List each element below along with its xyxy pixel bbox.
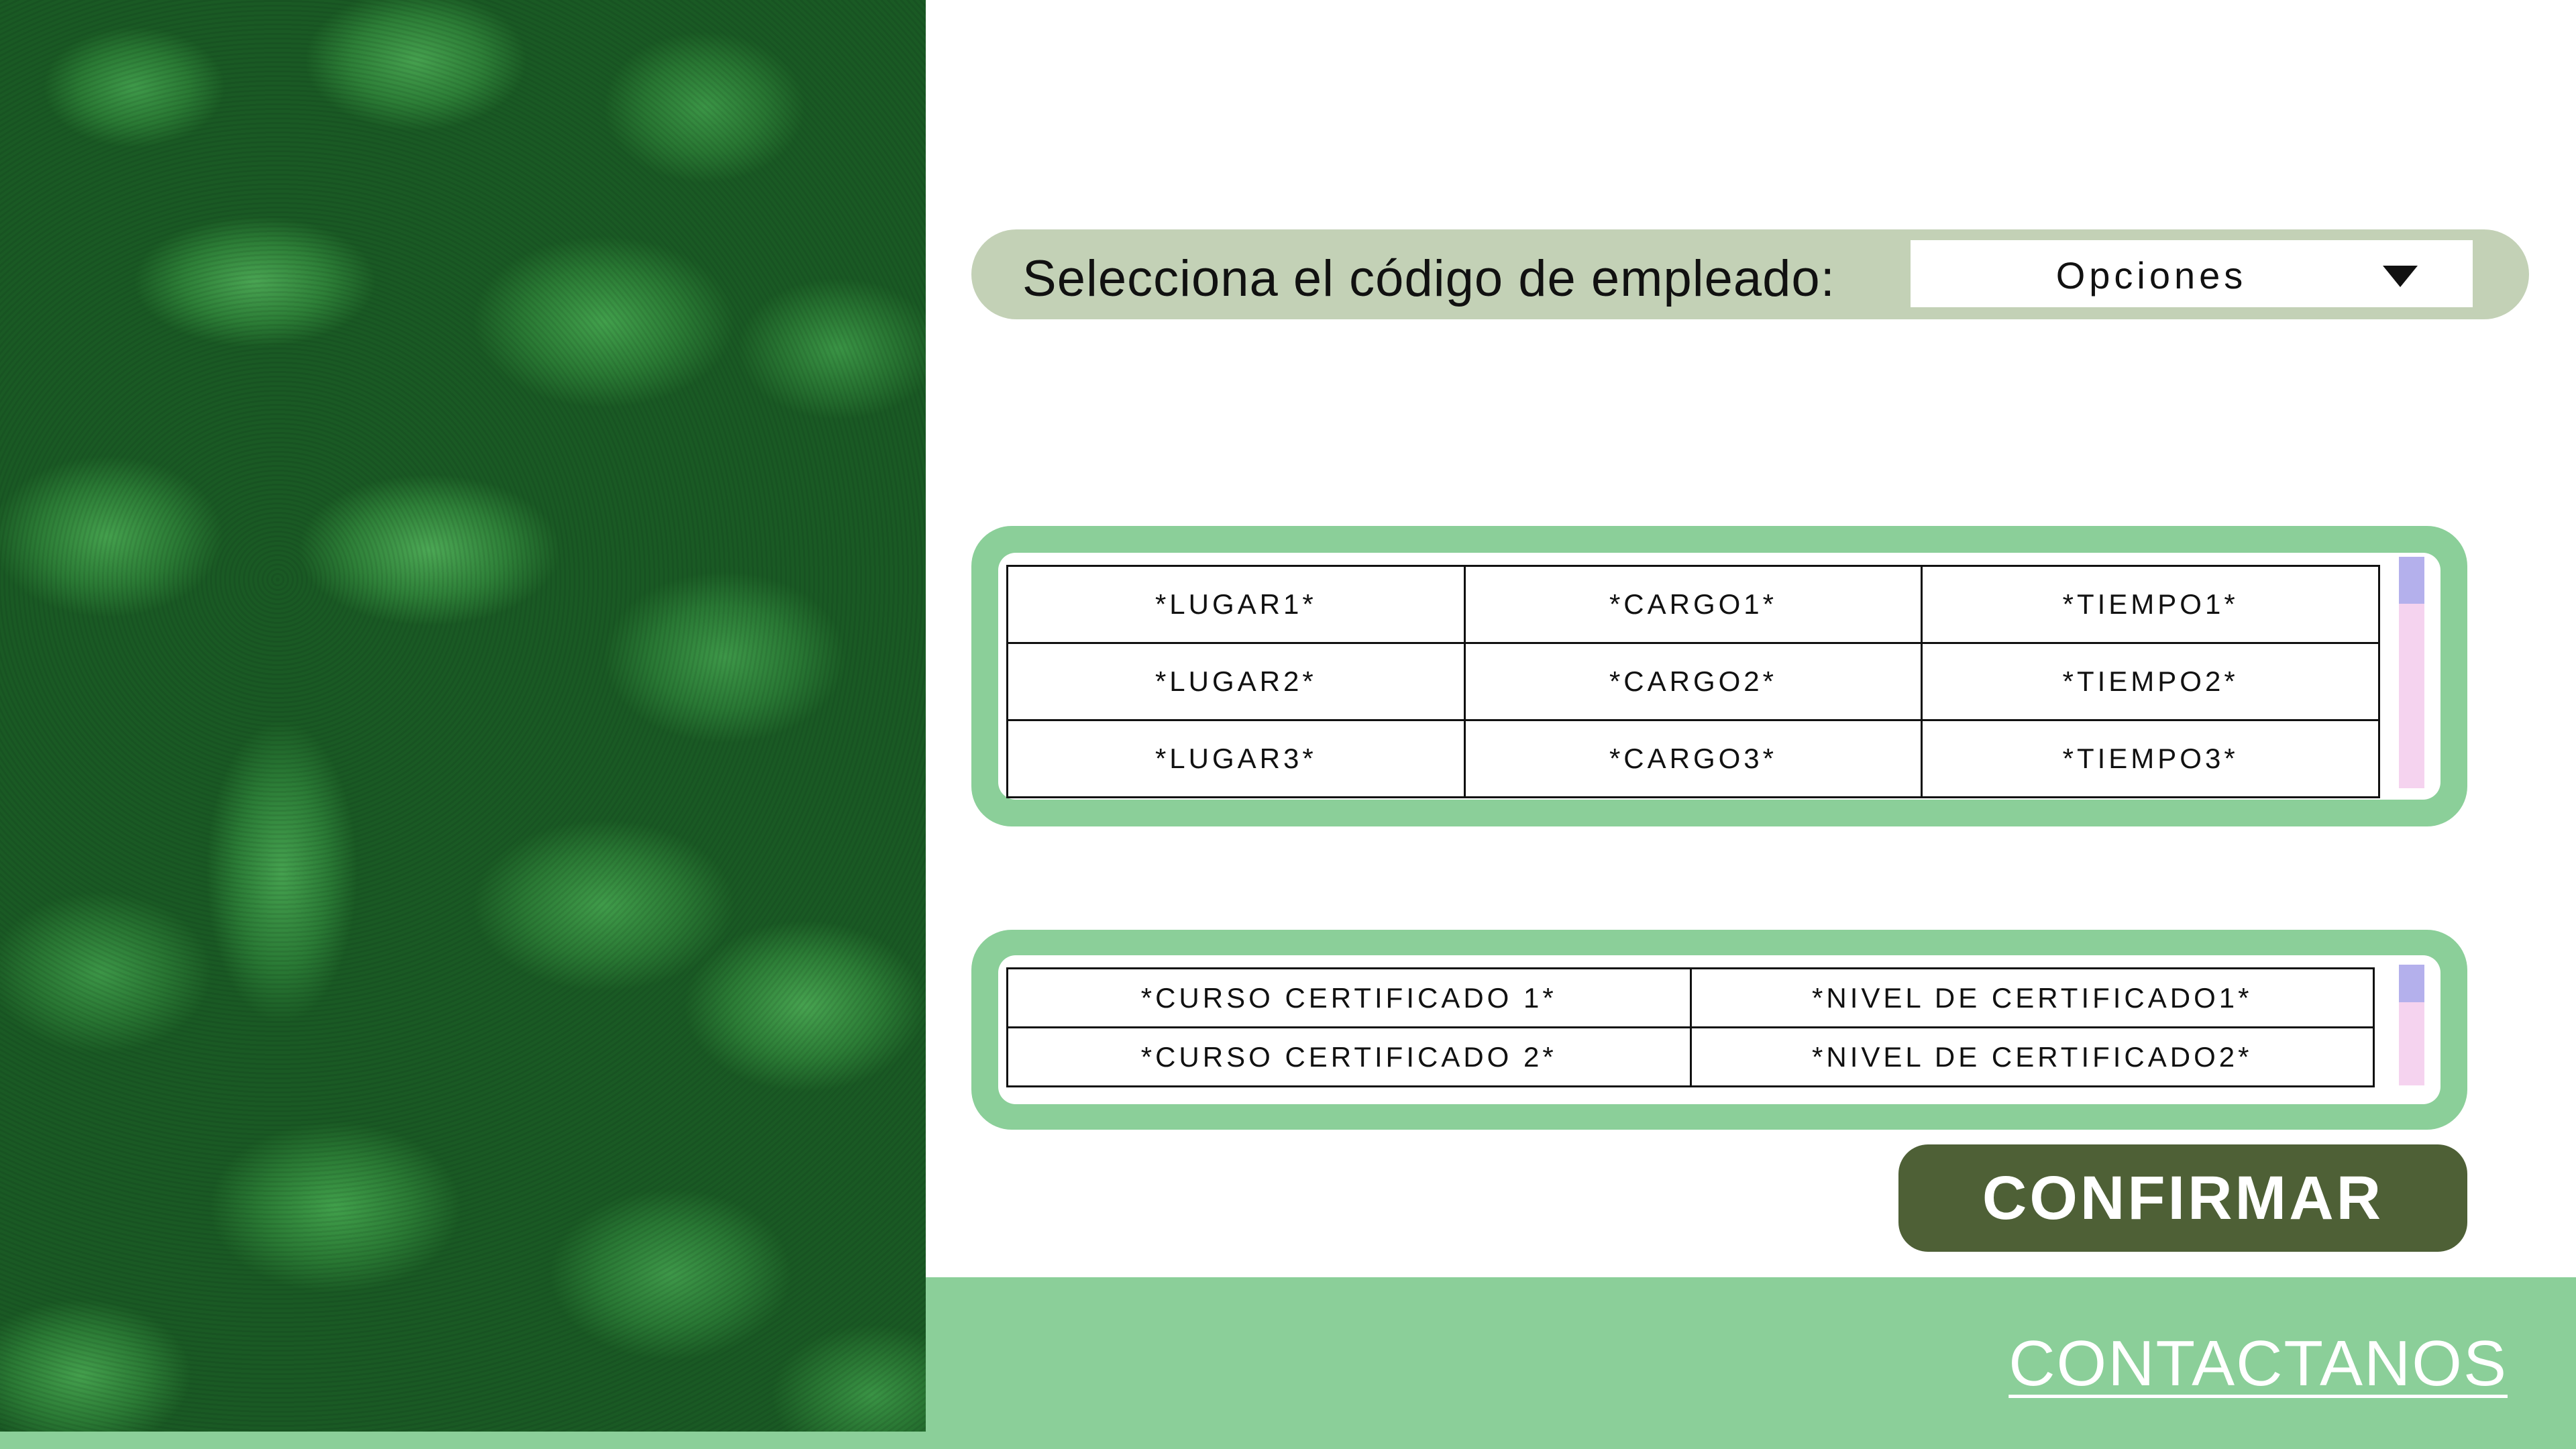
table-cell: *LUGAR2* bbox=[1006, 642, 1466, 721]
table-cell: *TIEMPO1* bbox=[1921, 565, 2380, 644]
table-row: *LUGAR2* *CARGO2* *TIEMPO2* bbox=[1006, 642, 2380, 721]
contact-link[interactable]: CONTACTANOS bbox=[2008, 1327, 2508, 1401]
table-cell: *TIEMPO3* bbox=[1921, 719, 2380, 798]
table-row: *LUGAR1* *CARGO1* *TIEMPO1* bbox=[1006, 565, 2380, 644]
experience-panel-inner: *LUGAR1* *CARGO1* *TIEMPO1* *LUGAR2* *CA… bbox=[998, 553, 2440, 800]
dropdown-value: Opciones bbox=[2055, 254, 2247, 297]
table-cell: *LUGAR3* bbox=[1006, 719, 1466, 798]
table-cell: *LUGAR1* bbox=[1006, 565, 1466, 644]
certificates-panel-inner: *CURSO CERTIFICADO 1* *NIVEL DE CERTIFIC… bbox=[998, 955, 2440, 1104]
scrollbar-thumb[interactable] bbox=[2399, 965, 2424, 1002]
table-row: *CURSO CERTIFICADO 1* *NIVEL DE CERTIFIC… bbox=[1006, 967, 2375, 1028]
table-cell: *CURSO CERTIFICADO 1* bbox=[1006, 967, 1692, 1028]
table-cell: *CARGO3* bbox=[1463, 719, 1923, 798]
table-row: *CURSO CERTIFICADO 2* *NIVEL DE CERTIFIC… bbox=[1006, 1026, 2375, 1087]
employee-code-selector-bar: Selecciona el código de empleado: Opcion… bbox=[971, 229, 2529, 319]
employee-code-label: Selecciona el código de empleado: bbox=[1022, 250, 1835, 307]
bottom-strip bbox=[0, 1432, 926, 1449]
scrollbar-thumb[interactable] bbox=[2399, 557, 2424, 604]
table-cell: *NIVEL DE CERTIFICADO2* bbox=[1689, 1026, 2375, 1087]
employee-code-dropdown[interactable]: Opciones bbox=[1911, 240, 2473, 307]
footer: CONTACTANOS bbox=[926, 1277, 2576, 1449]
table-cell: *CURSO CERTIFICADO 2* bbox=[1006, 1026, 1692, 1087]
table-cell: *CARGO2* bbox=[1463, 642, 1923, 721]
table-cell: *TIEMPO2* bbox=[1921, 642, 2380, 721]
experience-table: *LUGAR1* *CARGO1* *TIEMPO1* *LUGAR2* *CA… bbox=[1006, 565, 2380, 798]
confirm-button[interactable]: CONFIRMAR bbox=[1898, 1144, 2467, 1252]
experience-scrollbar[interactable] bbox=[2399, 557, 2424, 788]
caret-down-icon[interactable] bbox=[2383, 266, 2418, 287]
certificates-table: *CURSO CERTIFICADO 1* *NIVEL DE CERTIFIC… bbox=[1006, 967, 2375, 1087]
table-cell: *NIVEL DE CERTIFICADO1* bbox=[1689, 967, 2375, 1028]
experience-panel: *LUGAR1* *CARGO1* *TIEMPO1* *LUGAR2* *CA… bbox=[971, 526, 2467, 826]
table-row: *LUGAR3* *CARGO3* *TIEMPO3* bbox=[1006, 719, 2380, 798]
avocado-photo bbox=[0, 0, 926, 1449]
table-cell: *CARGO1* bbox=[1463, 565, 1923, 644]
certificates-scrollbar[interactable] bbox=[2399, 965, 2424, 1085]
certificates-panel: *CURSO CERTIFICADO 1* *NIVEL DE CERTIFIC… bbox=[971, 930, 2467, 1130]
